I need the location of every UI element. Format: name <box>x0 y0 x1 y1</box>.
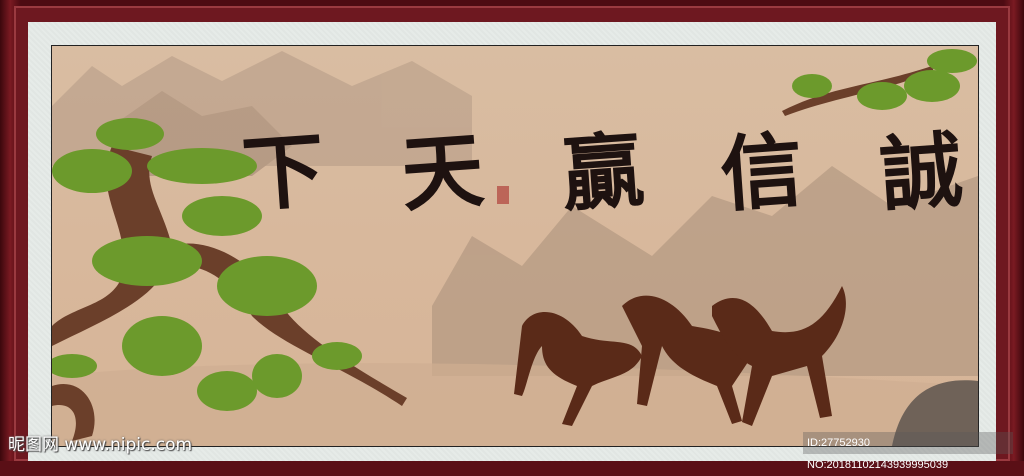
watermark-id: ID:27752930 NO:20181102143939995039 <box>803 432 1013 471</box>
red-seal-stamp <box>497 186 509 204</box>
calligraphy-title: 下 天 贏 信 誠 <box>239 106 965 225</box>
calligraphy-char: 信 <box>717 122 807 224</box>
calligraphy-char: 贏 <box>558 122 647 224</box>
calligraphy-char: 下 <box>239 122 328 224</box>
painting: 下 天 贏 信 誠 <box>51 45 979 447</box>
calligraphy-char: 誠 <box>877 122 966 224</box>
watermark-site: 昵图网 www.nipic.com <box>8 435 193 455</box>
calligraphy-char: 天 <box>398 122 488 224</box>
